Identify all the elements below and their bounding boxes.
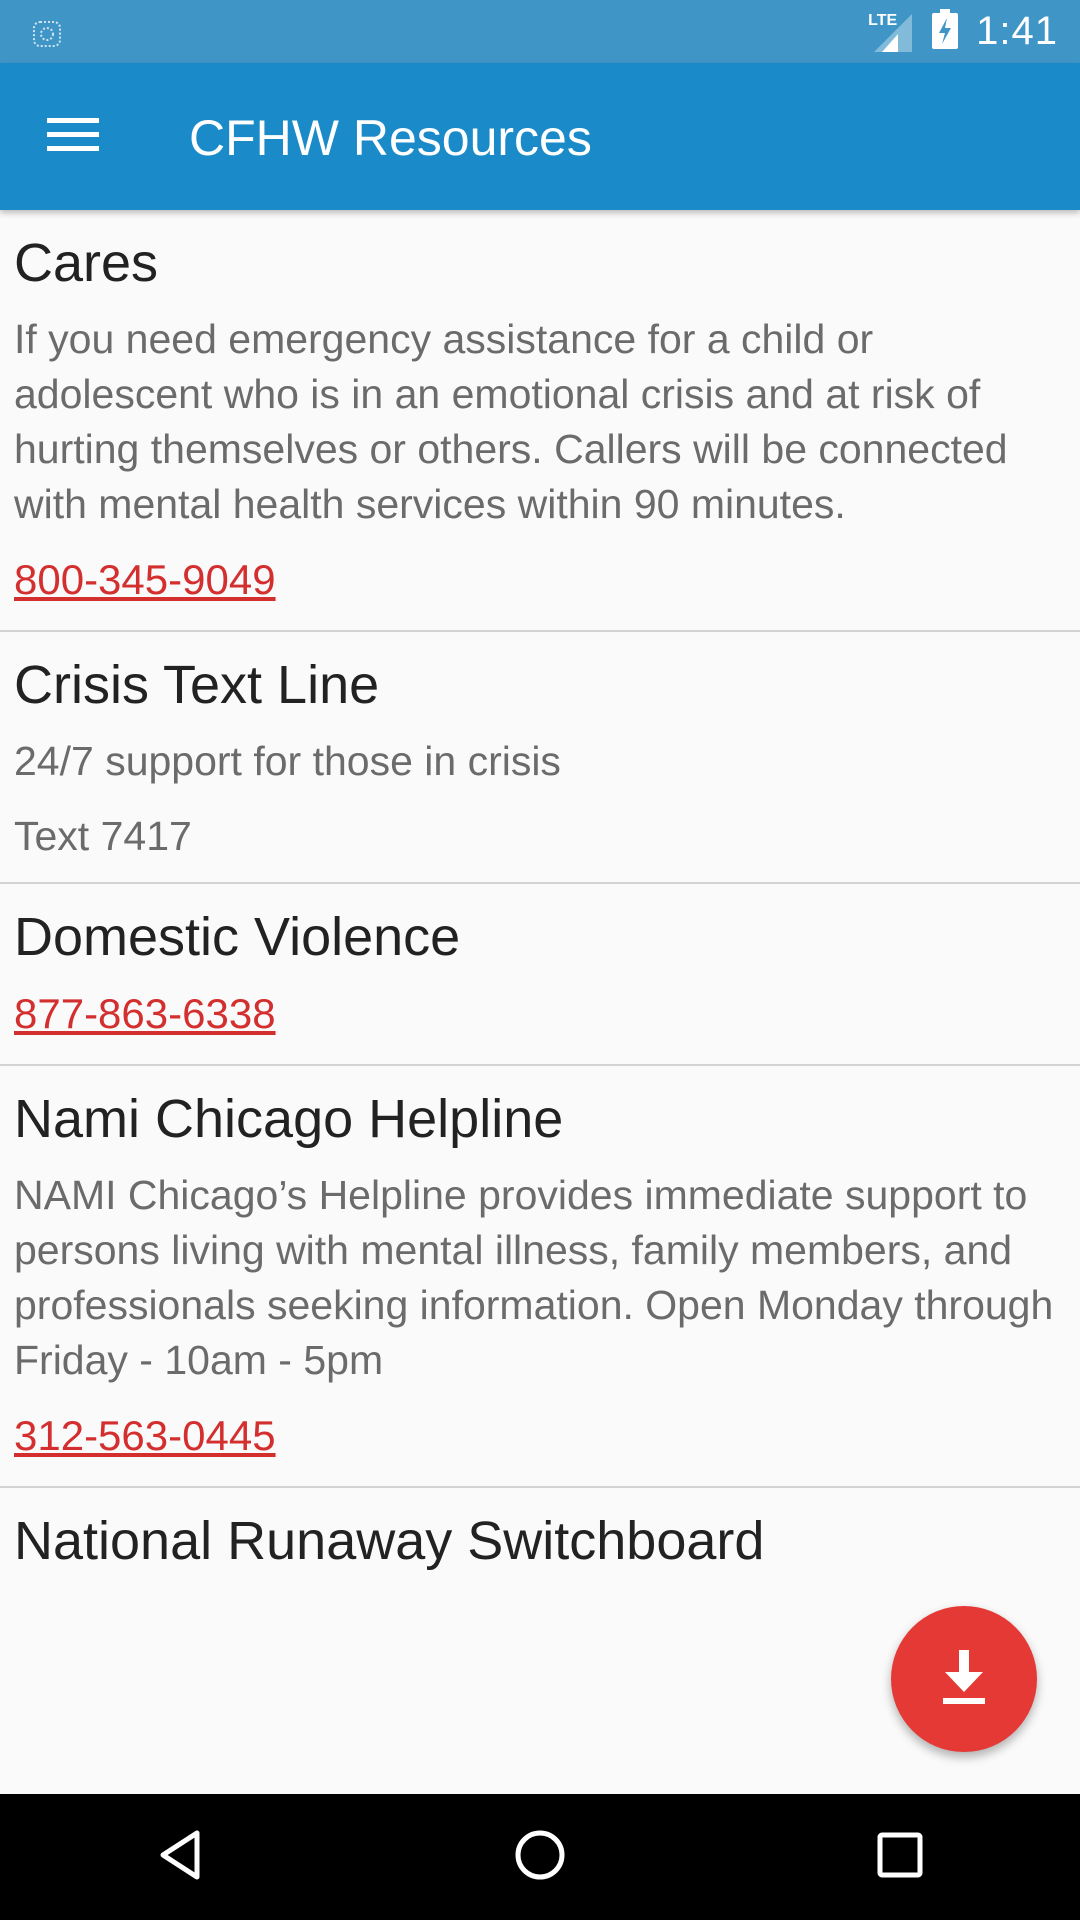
resource-title: Cares [14, 233, 159, 293]
back-button[interactable] [130, 1807, 230, 1907]
home-icon [514, 1829, 566, 1886]
resource-description: 24/7 support for those in crisis [14, 738, 561, 784]
resource-phone-link[interactable]: 877-863-6338 [14, 986, 276, 1042]
lte-signal-icon: LTE [868, 10, 914, 54]
navigation-bar [0, 1794, 1080, 1920]
home-button[interactable] [490, 1807, 590, 1907]
resource-title: National Runaway Switchboard [14, 1511, 765, 1571]
notification-icon [28, 14, 66, 52]
back-icon [157, 1829, 203, 1886]
resource-item-crisis-text-line: Crisis Text Line 24/7 support for those … [0, 632, 1080, 884]
resource-title: Nami Chicago Helpline [14, 1089, 564, 1149]
menu-button[interactable] [36, 99, 110, 173]
resource-list[interactable]: Cares If you need emergency assistance f… [0, 210, 1080, 1794]
resource-item-national-runaway-switchboard: National Runaway Switchboard [0, 1488, 1080, 1608]
resource-title: Domestic Violence [14, 907, 461, 967]
resource-text-info: Text 7417 [14, 813, 192, 859]
app-title: CFHW Resources [189, 110, 592, 166]
resource-title: Crisis Text Line [14, 655, 380, 715]
resource-phone-link[interactable]: 312-563-0445 [14, 1408, 276, 1464]
battery-charging-icon [932, 9, 959, 54]
resource-description: NAMI Chicago’s Helpline provides immedia… [14, 1172, 1054, 1383]
resource-item-cares: Cares If you need emergency assistance f… [0, 210, 1080, 632]
resource-item-domestic-violence: Domestic Violence 877-863-6338 [0, 884, 1080, 1066]
recents-icon [877, 1832, 923, 1883]
app-bar: CFHW Resources [0, 63, 1080, 210]
download-icon [941, 1649, 987, 1709]
download-button[interactable] [891, 1606, 1037, 1752]
resource-item-nami-chicago-helpline: Nami Chicago Helpline NAMI Chicago’s Hel… [0, 1066, 1080, 1488]
recents-button[interactable] [850, 1807, 950, 1907]
hamburger-menu-icon [47, 116, 99, 157]
resource-description: If you need emergency assistance for a c… [14, 316, 1008, 527]
resource-phone-link[interactable]: 800-345-9049 [14, 552, 276, 608]
status-bar: LTE 1:41 [0, 0, 1080, 63]
status-time: 1:41 [976, 9, 1058, 53]
